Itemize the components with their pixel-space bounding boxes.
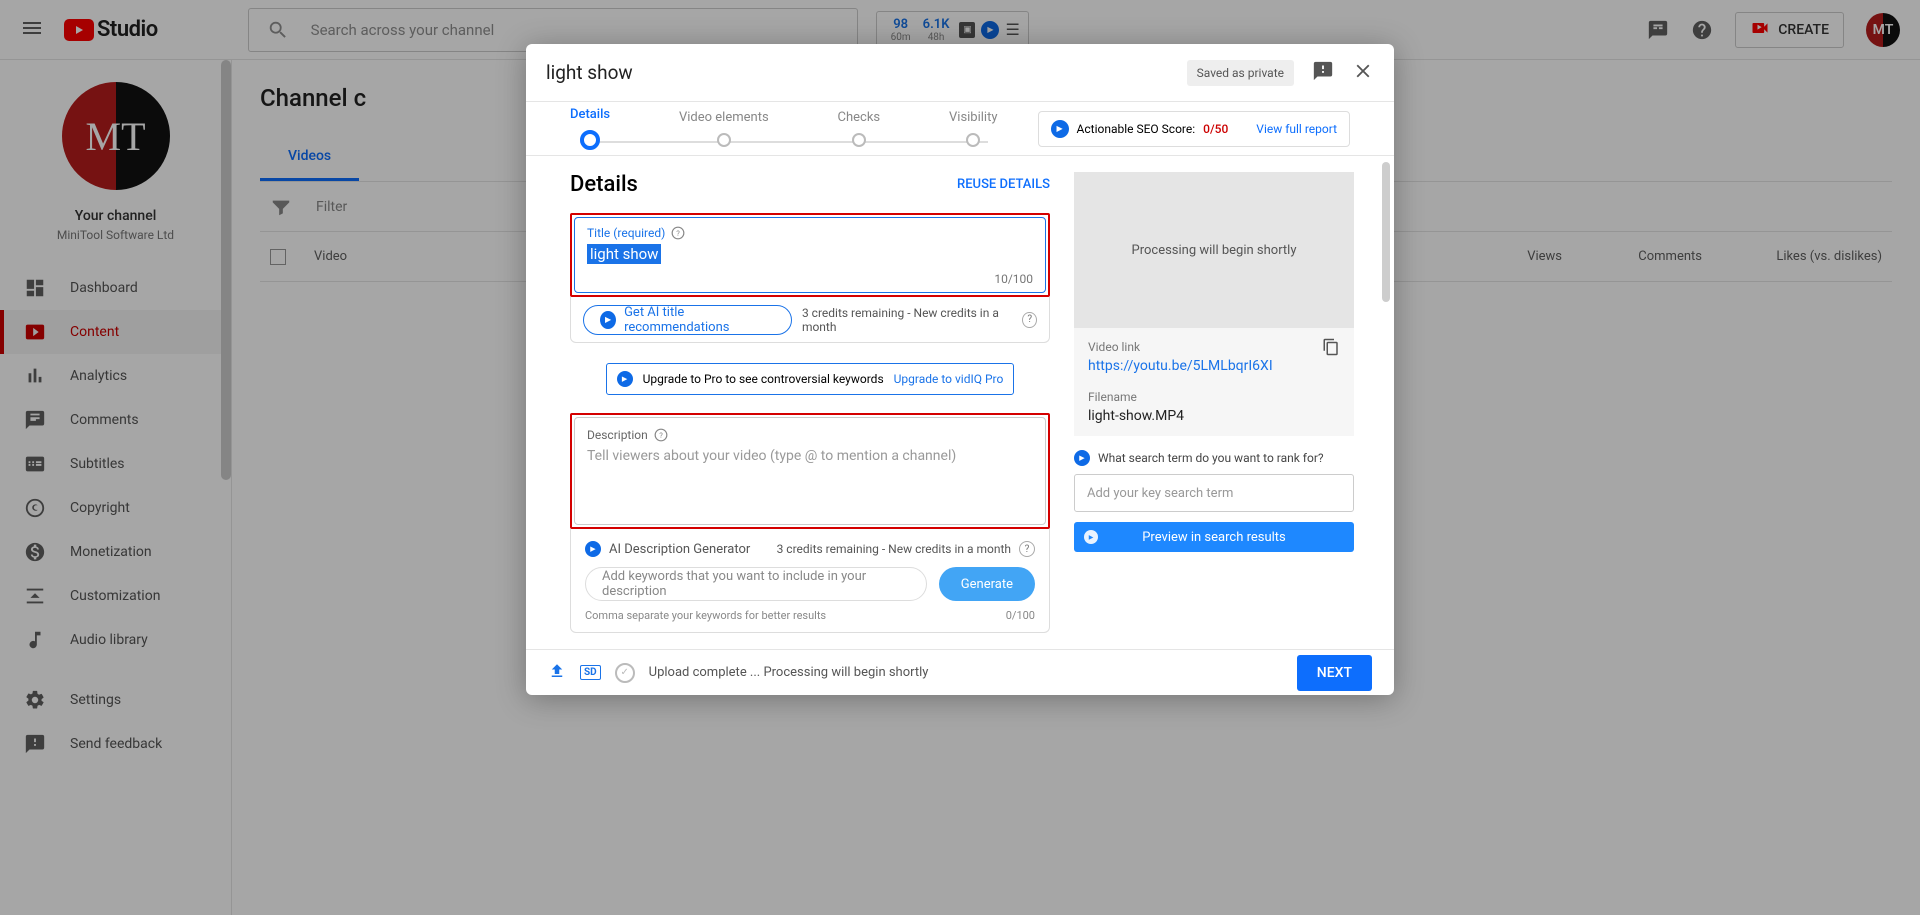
upload-icon [548, 662, 566, 684]
details-heading: Details [570, 172, 638, 197]
svg-text:?: ? [659, 431, 663, 440]
step-video-elements[interactable]: Video elements [679, 110, 769, 147]
modal-header: light show Saved as private [526, 44, 1394, 102]
upload-status: Upload complete ... Processing will begi… [649, 665, 929, 680]
modal-footer: SD ✓ Upload complete ... Processing will… [526, 649, 1394, 695]
title-highlight: Title (required)? light show 10/100 [570, 213, 1050, 297]
help-icon[interactable]: ? [654, 428, 668, 442]
title-counter: 10/100 [994, 272, 1033, 286]
description-input[interactable]: Description? Tell viewers about your vid… [574, 417, 1046, 525]
title-input[interactable]: Title (required)? light show 10/100 [574, 217, 1046, 293]
view-full-report-link[interactable]: View full report [1256, 122, 1337, 136]
svg-text:?: ? [677, 229, 681, 238]
video-preview: Processing will begin shortly [1074, 172, 1354, 328]
ai-description-box: AI Description Generator 3 credits remai… [570, 529, 1050, 633]
vidiq-icon [1051, 120, 1069, 138]
upgrade-banner: Upgrade to Pro to see controversial keyw… [606, 363, 1015, 395]
description-highlight: Description? Tell viewers about your vid… [570, 413, 1050, 529]
vidiq-icon [1074, 450, 1090, 466]
step-visibility[interactable]: Visibility [949, 110, 998, 147]
step-details[interactable]: Details [570, 107, 610, 150]
search-term-input[interactable]: Add your key search term [1074, 474, 1354, 512]
vidiq-icon [617, 371, 633, 387]
generate-button[interactable]: Generate [939, 567, 1035, 601]
sd-badge: SD [580, 665, 601, 680]
vidiq-icon [1084, 530, 1098, 544]
step-checks[interactable]: Checks [838, 110, 881, 147]
keywords-input[interactable]: Add keywords that you want to include in… [585, 567, 927, 601]
upload-modal: light show Saved as private Details Vide… [526, 44, 1394, 695]
upgrade-link[interactable]: Upgrade to vidIQ Pro [894, 372, 1004, 386]
ai-title-row: Get AI title recommendations 3 credits r… [570, 297, 1050, 343]
copy-icon[interactable] [1322, 338, 1340, 360]
filename-label: Filename [1088, 390, 1340, 404]
ai-title-button[interactable]: Get AI title recommendations [583, 305, 792, 335]
description-placeholder: Tell viewers about your video (type @ to… [587, 448, 1033, 464]
stepper-row: Details Video elements Checks Visibility… [526, 102, 1394, 156]
video-link-label: Video link [1088, 340, 1340, 354]
checks-icon: ✓ [615, 663, 635, 683]
filename-value: light-show.MP4 [1088, 408, 1340, 424]
help-icon[interactable]: ? [671, 226, 685, 240]
video-link[interactable]: https://youtu.be/5LMLbqrI6XI [1088, 358, 1340, 374]
title-value: light show [587, 244, 661, 264]
next-button[interactable]: NEXT [1297, 655, 1372, 691]
close-icon[interactable] [1352, 60, 1374, 86]
preview-search-button[interactable]: Preview in search results [1074, 522, 1354, 552]
seo-score-card[interactable]: Actionable SEO Score: 0/50 View full rep… [1038, 111, 1350, 147]
help-icon[interactable]: ? [1022, 312, 1037, 328]
save-status-chip: Saved as private [1187, 60, 1294, 86]
modal-scrollbar[interactable] [1382, 162, 1390, 302]
reuse-details-button[interactable]: REUSE DETAILS [957, 177, 1050, 192]
vidiq-icon [585, 541, 601, 557]
modal-overlay: light show Saved as private Details Vide… [0, 0, 1920, 915]
help-icon[interactable]: ? [1019, 541, 1035, 557]
vidiq-icon [600, 311, 616, 329]
feedback-icon[interactable] [1312, 60, 1334, 86]
search-term-question: What search term do you want to rank for… [1074, 450, 1354, 466]
modal-title: light show [546, 61, 1187, 84]
